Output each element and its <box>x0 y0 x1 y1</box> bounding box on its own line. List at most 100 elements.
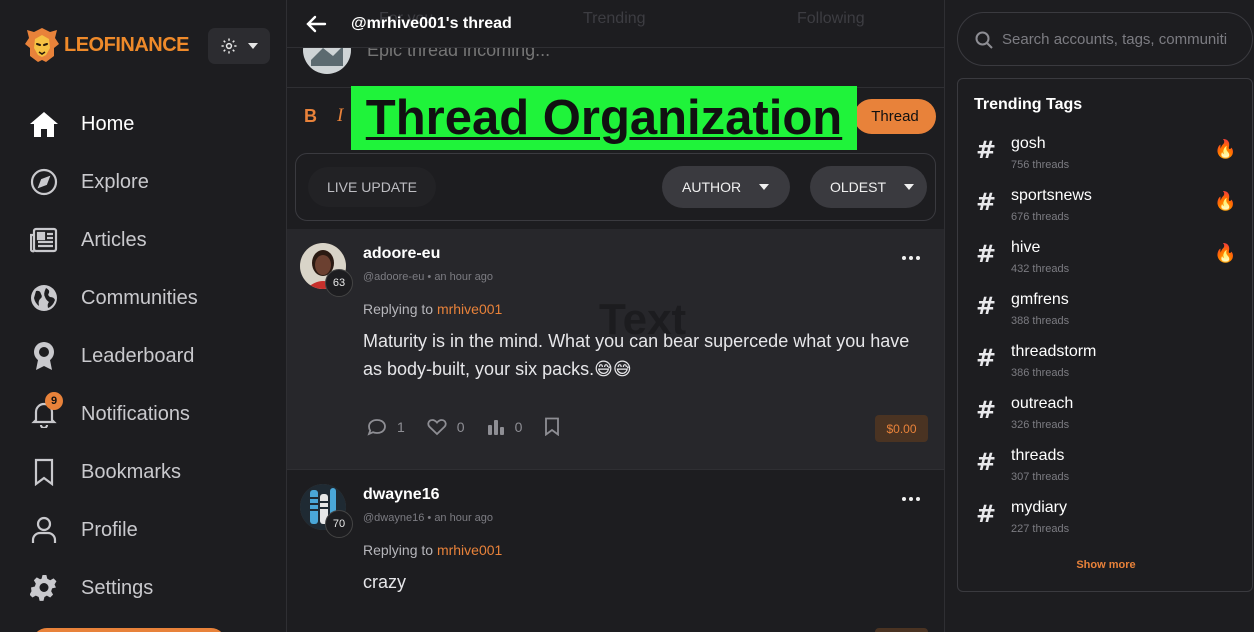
italic-button[interactable]: I <box>337 105 343 127</box>
nav-leaderboard[interactable]: Leaderboard <box>0 327 287 385</box>
replying-to: Replying to mrhive001 <box>363 301 502 317</box>
nav-bookmarks[interactable]: Bookmarks <box>0 443 287 501</box>
home-icon <box>29 109 59 139</box>
compass-icon <box>29 167 59 197</box>
back-arrow-icon[interactable] <box>305 14 327 34</box>
show-more-link[interactable]: Show more <box>958 559 1254 571</box>
chevron-down-icon <box>904 184 915 190</box>
thread-header: For you Trending Following @mrhive001's … <box>287 0 944 48</box>
like-button[interactable]: 0 <box>427 418 465 436</box>
post-meta: @dwayne16 • an hour ago <box>363 512 493 524</box>
author-filter-dropdown[interactable]: AUTHOR <box>662 166 790 208</box>
more-options-icon[interactable] <box>902 497 922 505</box>
main-nav: Home Explore Articles Communities Leader… <box>0 95 287 617</box>
trending-tag[interactable]: # sportsnews 676 threads 🔥 <box>974 183 1238 227</box>
thread-reply[interactable]: 70 dwayne16 @dwayne16 • an hour ago Repl… <box>287 470 944 632</box>
sort-order-dropdown[interactable]: OLDEST <box>810 166 927 208</box>
post-time: an hour ago <box>434 512 494 524</box>
reputation-badge: 70 <box>325 510 353 538</box>
tag-name: gosh <box>1011 135 1046 152</box>
author-handle[interactable]: @dwayne16 <box>363 512 424 524</box>
chevron-down-icon <box>248 43 258 49</box>
author-name[interactable]: dwayne16 <box>363 486 439 504</box>
fire-icon: 🔥 <box>1214 191 1237 211</box>
bar-chart-icon <box>487 419 504 435</box>
post-body: crazy <box>363 572 407 592</box>
comment-count: 1 <box>397 418 405 435</box>
trending-tag[interactable]: # gosh 756 threads 🔥 <box>974 131 1238 175</box>
theme-settings-button[interactable] <box>208 28 270 64</box>
author-handle[interactable]: @adoore-eu <box>363 271 424 283</box>
tag-name: threads <box>1011 447 1065 464</box>
post-meta: @adoore-eu • an hour ago <box>363 271 493 283</box>
nav-label: Leaderboard <box>81 344 195 367</box>
hashtag-icon: # <box>976 240 997 268</box>
more-options-icon[interactable] <box>902 256 922 264</box>
nav-articles[interactable]: Articles <box>0 211 287 269</box>
tag-count: 227 threads <box>1011 523 1070 535</box>
trending-tag[interactable]: # threadstorm 386 threads <box>974 339 1238 383</box>
award-icon <box>29 341 59 371</box>
search-input[interactable] <box>1002 28 1232 50</box>
tab-following[interactable]: Following <box>797 10 865 28</box>
tag-count: 756 threads <box>1011 159 1070 171</box>
tag-count: 386 threads <box>1011 367 1070 379</box>
post-actions: 1 0 0 <box>367 417 582 436</box>
reply-to-link[interactable]: mrhive001 <box>437 542 502 558</box>
trending-tags-panel: Trending Tags # gosh 756 threads 🔥 # spo… <box>957 78 1253 592</box>
reply-prefix: Replying to <box>363 542 434 558</box>
fire-icon: 🔥 <box>1214 243 1237 263</box>
author-filter-label: AUTHOR <box>682 179 742 195</box>
bold-button[interactable]: B <box>304 106 317 127</box>
nav-settings[interactable]: Settings <box>0 559 287 617</box>
post-time: an hour ago <box>434 271 494 283</box>
trending-tag[interactable]: # gmfrens 388 threads <box>974 287 1238 331</box>
live-update-button[interactable]: LIVE UPDATE <box>308 167 436 207</box>
thread-reply[interactable]: 63 adoore-eu @adoore-eu • an hour ago Re… <box>287 229 944 470</box>
bookmark-icon <box>545 417 560 436</box>
tab-trending[interactable]: Trending <box>583 10 646 28</box>
lion-logo-icon <box>25 28 59 62</box>
nav-communities[interactable]: Communities <box>0 269 287 327</box>
fire-icon: 🔥 <box>1214 139 1237 159</box>
comment-button[interactable]: 1 <box>367 418 405 436</box>
leofinance-logo[interactable]: LEOFINANCE <box>24 26 190 64</box>
reputation-badge: 63 <box>325 269 353 297</box>
page-title: @mrhive001's thread <box>351 15 512 32</box>
globe-icon <box>29 283 59 313</box>
vote-button[interactable]: 0 <box>487 418 522 436</box>
author-name[interactable]: adoore-eu <box>363 245 440 263</box>
gear-icon <box>29 573 59 603</box>
tag-name: threadstorm <box>1011 343 1097 360</box>
bookmark-post-button[interactable] <box>544 417 560 436</box>
nav-home[interactable]: Home <box>0 95 287 153</box>
nav-label: Communities <box>81 286 198 309</box>
nav-label: Notifications <box>81 402 190 425</box>
trending-tag[interactable]: # hive 432 threads 🔥 <box>974 235 1238 279</box>
nav-label: Articles <box>81 228 147 251</box>
search-icon <box>975 31 993 49</box>
hashtag-icon: # <box>976 188 997 216</box>
trending-tag[interactable]: # mydiary 227 threads <box>974 495 1238 539</box>
reply-to-link[interactable]: mrhive001 <box>437 301 502 317</box>
post-thread-button[interactable]: Thread <box>854 99 936 134</box>
nav-notifications[interactable]: 9 Notifications <box>0 385 287 443</box>
thread-column: For you Trending Following @mrhive001's … <box>287 0 945 632</box>
payout-badge[interactable]: $0.00 <box>875 415 928 442</box>
search-box[interactable] <box>957 12 1253 66</box>
nav-profile[interactable]: Profile <box>0 501 287 559</box>
trending-tag[interactable]: # threads 307 threads <box>974 443 1238 487</box>
tag-count: 676 threads <box>1011 211 1070 223</box>
create-thread-button[interactable] <box>32 628 226 632</box>
tag-name: sportsnews <box>1011 187 1092 204</box>
nav-explore[interactable]: Explore <box>0 153 287 211</box>
tag-count: 326 threads <box>1011 419 1070 431</box>
notification-badge: 9 <box>45 392 63 410</box>
hashtag-icon: # <box>976 292 997 320</box>
right-sidebar: Trending Tags # gosh 756 threads 🔥 # spo… <box>945 0 1254 632</box>
replying-to: Replying to mrhive001 <box>363 542 502 558</box>
chevron-down-icon <box>759 184 770 190</box>
heart-icon <box>427 418 447 435</box>
payout-badge[interactable] <box>875 628 928 632</box>
trending-tag[interactable]: # outreach 326 threads <box>974 391 1238 435</box>
